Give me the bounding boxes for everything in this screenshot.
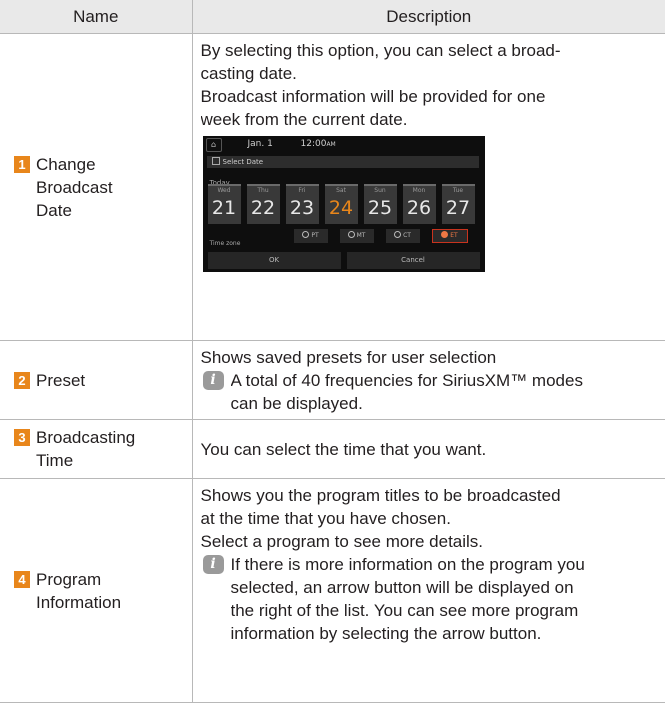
item-name-line: Change xyxy=(36,153,113,176)
note-line: selected, an arrow button will be displa… xyxy=(231,576,665,599)
header-row: Name Description xyxy=(0,0,665,34)
day-name: Sun xyxy=(364,186,397,196)
day-number: 21 xyxy=(208,196,241,220)
select-date-screenshot: ⌂ Jan. 1 12:00AM Select Date Today Wed21… xyxy=(203,136,485,272)
day-button[interactable]: Sun25 xyxy=(364,184,397,224)
timezone-row: Time zone PT MT CT ET xyxy=(208,229,480,245)
item-name-line: Broadcasting xyxy=(36,426,135,449)
note: i If there is more information on the pr… xyxy=(201,553,665,645)
item-number-badge: 2 xyxy=(14,372,30,389)
day-button[interactable]: Wed21 xyxy=(208,184,241,224)
ok-button[interactable]: OK xyxy=(208,252,341,269)
day-number: 25 xyxy=(364,196,397,220)
day-selector: Wed21 Thu22 Fri23 Sat24 Sun25 Mon26 Tue2… xyxy=(208,184,480,224)
calendar-icon xyxy=(212,157,220,165)
description-cell: Shows saved presets for user selection i… xyxy=(192,341,665,420)
radio-icon xyxy=(394,231,401,238)
day-name: Sat xyxy=(325,186,358,196)
item-name-line: Information xyxy=(36,591,121,614)
timezone-radio[interactable]: PT xyxy=(294,229,328,243)
description-line: You can select the time that you want. xyxy=(201,438,665,461)
description-column-header: Description xyxy=(192,0,665,34)
note-line: A total of 40 frequencies for SiriusXM™ … xyxy=(231,369,665,392)
radio-icon xyxy=(441,231,448,238)
name-cell: 4 Program Information xyxy=(0,479,192,703)
status-time-value: 12:00 xyxy=(301,139,327,149)
table-row: 4 Program Information Shows you the prog… xyxy=(0,479,665,703)
status-date: Jan. 1 xyxy=(248,136,273,153)
item-name-line: Program xyxy=(36,568,121,591)
table-row: 1 Change Broadcast Date By selecting thi… xyxy=(0,34,665,341)
note-line: If there is more information on the prog… xyxy=(231,553,665,576)
name-column-header: Name xyxy=(0,0,192,34)
table-row: 2 Preset Shows saved presets for user se… xyxy=(0,341,665,420)
timezone-radio-selected[interactable]: ET xyxy=(432,229,468,243)
radio-icon xyxy=(348,231,355,238)
item-name-line: Date xyxy=(36,199,113,222)
status-time-suffix: AM xyxy=(326,141,335,148)
day-button[interactable]: Thu22 xyxy=(247,184,280,224)
day-name: Wed xyxy=(208,186,241,196)
home-icon: ⌂ xyxy=(206,138,222,152)
timezone-option-label: ET xyxy=(450,232,457,239)
dialog-title-bar: Select Date xyxy=(207,156,479,168)
timezone-radio[interactable]: CT xyxy=(386,229,420,243)
note: i A total of 40 frequencies for SiriusXM… xyxy=(201,369,665,415)
dialog-buttons: OK Cancel xyxy=(208,252,480,269)
status-time: 12:00AM xyxy=(301,136,336,153)
table-row: 3 Broadcasting Time You can select the t… xyxy=(0,420,665,479)
note-line: can be displayed. xyxy=(231,392,665,415)
item-number-badge: 1 xyxy=(14,156,30,173)
description-line: Broadcast information will be provided f… xyxy=(201,85,665,108)
description-line: casting date. xyxy=(201,62,665,85)
description-cell: By selecting this option, you can select… xyxy=(192,34,665,341)
description-cell: Shows you the program titles to be broad… xyxy=(192,479,665,703)
day-button[interactable]: Tue27 xyxy=(442,184,475,224)
info-icon: i xyxy=(203,555,224,574)
day-number: 24 xyxy=(325,196,358,220)
item-name-line: Preset xyxy=(36,369,85,392)
name-cell: 1 Change Broadcast Date xyxy=(0,34,192,341)
description-line: Shows you the program titles to be broad… xyxy=(201,484,665,507)
item-name: Program Information xyxy=(36,568,121,614)
day-number: 26 xyxy=(403,196,436,220)
day-button-selected[interactable]: Sat24 xyxy=(325,184,358,224)
day-name: Tue xyxy=(442,186,475,196)
day-name: Mon xyxy=(403,186,436,196)
name-cell: 3 Broadcasting Time xyxy=(0,420,192,479)
radio-icon xyxy=(302,231,309,238)
note-line: information by selecting the arrow butto… xyxy=(231,622,665,645)
timezone-option-label: PT xyxy=(311,232,318,239)
day-number: 22 xyxy=(247,196,280,220)
item-name: Broadcasting Time xyxy=(36,426,135,472)
item-number-badge: 4 xyxy=(14,571,30,588)
description-line: at the time that you have chosen. xyxy=(201,507,665,530)
day-button[interactable]: Fri23 xyxy=(286,184,319,224)
item-name-line: Time xyxy=(36,449,135,472)
item-number-badge: 3 xyxy=(14,429,30,446)
timezone-radio[interactable]: MT xyxy=(340,229,374,243)
description-line: week from the current date. xyxy=(201,108,665,131)
description-cell: You can select the time that you want. xyxy=(192,420,665,479)
day-button[interactable]: Mon26 xyxy=(403,184,436,224)
description-line: Shows saved presets for user selection xyxy=(201,346,665,369)
note-line: the right of the list. You can see more … xyxy=(231,599,665,622)
timezone-option-label: MT xyxy=(357,232,366,239)
day-number: 23 xyxy=(286,196,319,220)
description-line: Select a program to see more details. xyxy=(201,530,665,553)
item-name: Change Broadcast Date xyxy=(36,153,113,222)
day-name: Thu xyxy=(247,186,280,196)
description-line: By selecting this option, you can select… xyxy=(201,39,665,62)
day-number: 27 xyxy=(442,196,475,220)
status-bar: ⌂ Jan. 1 12:00AM xyxy=(203,136,485,153)
cancel-button[interactable]: Cancel xyxy=(347,252,480,269)
day-name: Fri xyxy=(286,186,319,196)
info-icon: i xyxy=(203,371,224,390)
name-cell: 2 Preset xyxy=(0,341,192,420)
description-table: Name Description 1 Change Broadcast Date… xyxy=(0,0,665,703)
item-name-line: Broadcast xyxy=(36,176,113,199)
item-name: Preset xyxy=(36,369,85,392)
timezone-option-label: CT xyxy=(403,232,411,239)
dialog-title: Select Date xyxy=(223,158,264,166)
